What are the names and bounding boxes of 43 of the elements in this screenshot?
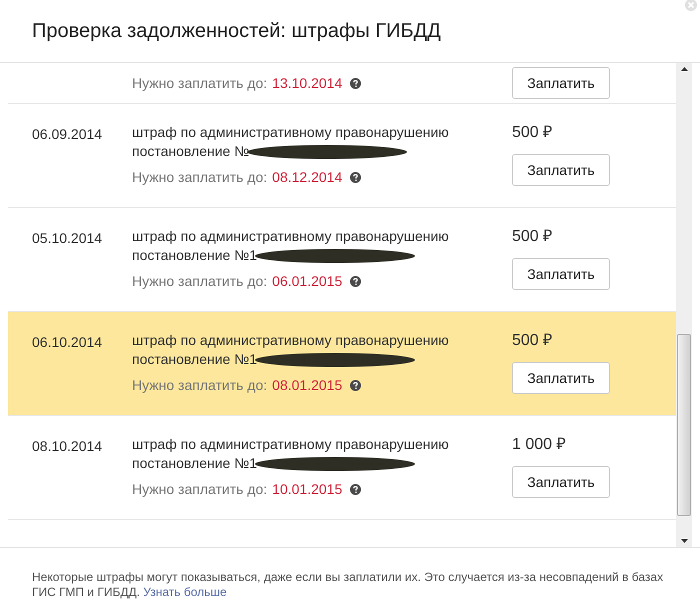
dialog-title: Проверка задолженностей: штрафы ГИБДД — [32, 19, 441, 44]
help-icon[interactable] — [350, 172, 362, 183]
help-icon[interactable] — [350, 78, 362, 88]
due-label: Нужно заплатить до: — [132, 168, 268, 187]
pay-button[interactable]: Заплатить — [512, 258, 610, 290]
pay-button[interactable]: Заплатить — [512, 362, 610, 394]
scroll-up-icon[interactable] — [680, 67, 688, 71]
help-icon[interactable] — [350, 484, 362, 495]
due-date: 06.01.2015 — [272, 272, 342, 291]
resolution-number: постановление № — [132, 142, 250, 161]
fine-description: штраф по административному правонарушению — [132, 123, 450, 142]
due-label: Нужно заплатить до: — [132, 272, 268, 291]
resolution-number: постановление №1 — [132, 350, 258, 369]
scroll-down-icon[interactable] — [680, 539, 688, 543]
fine-description: штраф по административному правонарушению — [132, 227, 450, 246]
fine-date: 08.10.2014 — [32, 438, 102, 454]
due-date: 13.10.2014 — [272, 74, 342, 92]
notice-text: Некоторые штрафы могут показываться, даже если вы заплатили их. Это случается из-за несовпадений в базах ГИС ГМП и ГИБДД. Узнать больше — [32, 570, 664, 600]
help-icon[interactable] — [350, 380, 362, 391]
learn-more-link[interactable]: Узнать больше — [143, 585, 227, 599]
resolution-number: постановление №1 — [132, 454, 258, 473]
fine-date: 06.09.2014 — [32, 126, 102, 142]
fine-amount: 500 ₽ — [512, 123, 552, 143]
resolution-number: постановление №1 — [132, 246, 258, 265]
fine-date: 06.10.2014 — [32, 334, 102, 350]
fine-date: 05.10.2014 — [32, 230, 102, 246]
help-icon[interactable] — [350, 276, 362, 287]
due-label: Нужно заплатить до: — [132, 74, 268, 93]
pay-button[interactable]: Заплатить — [512, 154, 610, 186]
due-label: Нужно заплатить до: — [132, 376, 268, 395]
fine-amount: 500 ₽ — [512, 331, 552, 351]
pay-button[interactable]: Заплатить — [512, 67, 610, 99]
due-date: 08.01.2015 — [272, 376, 342, 395]
scrollbar[interactable] — [676, 63, 692, 547]
due-date: 10.01.2015 — [272, 480, 342, 499]
fine-description: штраф по административному правонарушению — [132, 331, 450, 350]
scrollbar-thumb[interactable] — [677, 334, 691, 516]
fine-amount: 1 000 ₽ — [512, 435, 566, 455]
fine-description: штраф по административному правонарушению — [132, 435, 450, 454]
fine-amount: 500 ₽ — [512, 227, 552, 247]
due-label: Нужно заплатить до: — [132, 480, 268, 499]
pay-button[interactable]: Заплатить — [512, 466, 610, 498]
due-date: 08.12.2014 — [272, 168, 342, 187]
